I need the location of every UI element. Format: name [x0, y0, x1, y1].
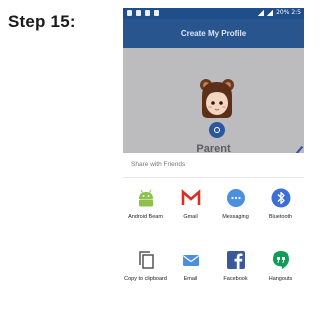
profile-content: Parent	[123, 48, 304, 191]
share-app-label: Hangouts	[268, 276, 293, 282]
share-app-label: Copy to clipboard	[124, 276, 167, 282]
share-app-label: Android Beam	[128, 214, 163, 220]
copy-icon	[135, 249, 157, 271]
status-system-icons: 20% 2:5	[258, 10, 301, 16]
hangouts-icon	[270, 249, 292, 271]
app-bar: Create My Profile	[123, 19, 304, 48]
step-title: Step 15:	[8, 12, 76, 31]
share-email[interactable]: Email	[168, 249, 213, 283]
share-messaging[interactable]: Messaging	[213, 187, 258, 221]
share-hangouts[interactable]: Hangouts	[258, 249, 303, 283]
messaging-icon	[225, 187, 247, 209]
share-sheet-title: Share with Friends	[131, 161, 186, 168]
share-app-label: Bluetooth	[268, 214, 293, 220]
share-sheet: Share with Friends Android Beam Gmail Me…	[123, 153, 304, 309]
bear-avatar-icon[interactable]	[198, 76, 236, 120]
share-gmail[interactable]: Gmail	[168, 187, 213, 221]
gmail-icon	[180, 187, 202, 209]
wifi-icon	[258, 10, 265, 16]
notification-icon	[154, 10, 159, 16]
phone-screenshot: 20% 2:5 Create My Profile Parent Share w…	[123, 8, 304, 309]
battery-time-text: 20% 2:5	[276, 9, 301, 16]
bluetooth-icon	[270, 187, 292, 209]
status-bar: 20% 2:5	[123, 8, 304, 19]
share-app-label: Gmail	[183, 214, 198, 220]
notification-icon	[127, 10, 132, 16]
app-bar-title: Create My Profile	[180, 29, 247, 38]
status-notification-icons	[127, 10, 159, 16]
sheet-divider	[123, 177, 304, 178]
share-app-label: Messaging	[222, 214, 249, 220]
camera-button[interactable]	[209, 122, 225, 138]
share-app-label: Email	[183, 276, 198, 282]
notification-icon	[136, 10, 141, 16]
signal-icon	[267, 10, 274, 16]
email-icon	[180, 249, 202, 271]
share-copy-clipboard[interactable]: Copy to clipboard	[123, 249, 168, 283]
camera-icon	[214, 127, 220, 133]
share-bluetooth[interactable]: Bluetooth	[258, 187, 303, 221]
share-android-beam[interactable]: Android Beam	[123, 187, 168, 221]
android-beam-icon	[135, 187, 157, 209]
share-facebook[interactable]: Facebook	[213, 249, 258, 283]
facebook-icon	[225, 249, 247, 271]
share-app-label: Facebook	[223, 276, 248, 282]
notification-icon	[145, 10, 150, 16]
tutorial-step: Step 15: 20% 2:5 Create My Profile Paren…	[0, 0, 304, 309]
